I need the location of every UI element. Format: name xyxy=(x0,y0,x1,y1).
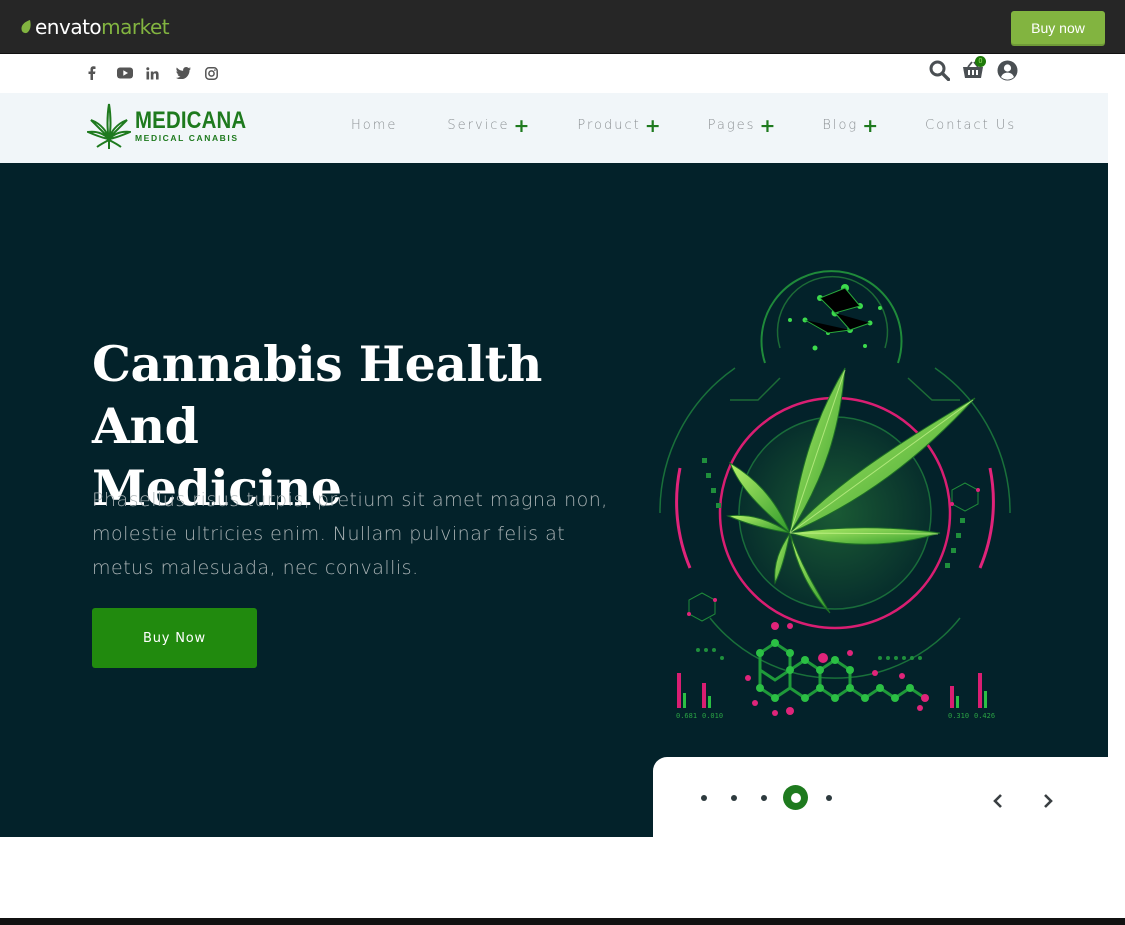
nav-label-service: Service xyxy=(447,118,510,133)
nav-label-contact-us: Contact Us xyxy=(925,118,1017,133)
nav-item-contact-us[interactable]: Contact Us xyxy=(925,118,1016,133)
instagram-icon[interactable] xyxy=(205,65,235,81)
envato-wordmark: envato xyxy=(35,15,102,39)
slider-pagination xyxy=(701,785,856,810)
hero-buy-now-button[interactable]: Buy Now xyxy=(92,608,257,668)
nav-label-home: Home xyxy=(351,118,398,133)
user-account-icon[interactable] xyxy=(996,59,1018,81)
art-label-1: 0.681 xyxy=(676,712,697,720)
nav-item-blog[interactable]: Blog + xyxy=(822,114,879,137)
slider-dot-5[interactable] xyxy=(826,794,832,801)
main-menu: Home Service + Product + Pages + Blog + … xyxy=(351,114,1016,137)
cannabis-molecule-illustration: 0.681 0.010 0.310 0.426 xyxy=(659,270,1011,720)
chevron-right-icon[interactable] xyxy=(1038,791,1058,811)
nav-label-pages: Pages xyxy=(707,118,756,133)
market-wordmark: market xyxy=(101,15,170,39)
slider-dot-1[interactable] xyxy=(701,794,707,801)
bottom-edge-bar xyxy=(0,918,1125,925)
plus-icon: + xyxy=(759,114,776,137)
facebook-icon[interactable] xyxy=(87,65,117,81)
cannabis-leaf-logo-icon xyxy=(87,103,131,149)
medicana-logo[interactable]: MEDICANA MEDICAL CANABIS xyxy=(87,102,266,150)
nav-item-pages[interactable]: Pages + xyxy=(707,114,776,137)
plus-icon: + xyxy=(513,114,530,137)
logo-subtitle: MEDICAL CANABIS xyxy=(135,133,239,143)
slider-dot-2[interactable] xyxy=(731,794,737,801)
cart-icon[interactable]: 0 xyxy=(962,56,986,81)
hero-description: Phasellus risus turpis, pretium sit amet… xyxy=(92,489,608,579)
slider-controls xyxy=(653,757,1108,837)
social-links xyxy=(87,65,235,81)
main-navbar: MEDICANA MEDICAL CANABIS Home Service + … xyxy=(0,93,1108,163)
header-tools: 0 xyxy=(928,56,1018,81)
twitter-icon[interactable] xyxy=(175,65,206,81)
nav-item-home[interactable]: Home xyxy=(351,118,397,133)
top-info-bar: 0 xyxy=(0,55,1108,93)
envato-buy-now-button[interactable]: Buy now xyxy=(1011,11,1105,44)
hero-slider: Cannabis Health And Medicine Phasellus r… xyxy=(0,163,1108,837)
search-icon[interactable] xyxy=(928,59,950,81)
envato-preview-bar: envato market Buy now xyxy=(0,0,1125,54)
theme-preview: 0 MEDICANA MEDICAL CANABIS Home Service … xyxy=(0,55,1108,925)
plus-icon: + xyxy=(862,114,879,137)
logo-title: MEDICANA xyxy=(135,107,247,134)
plus-icon: + xyxy=(644,114,661,137)
art-label-4: 0.426 xyxy=(974,712,995,720)
youtube-icon[interactable] xyxy=(116,65,147,81)
envato-market-logo[interactable]: envato market xyxy=(20,15,170,39)
linkedin-icon[interactable] xyxy=(146,65,176,81)
nav-label-product: Product xyxy=(577,118,641,133)
nav-item-product[interactable]: Product + xyxy=(577,114,661,137)
envato-leaf-icon xyxy=(21,20,31,34)
art-label-3: 0.310 xyxy=(948,712,969,720)
logo-text: MEDICANA MEDICAL CANABIS xyxy=(135,107,266,144)
slider-dot-4-active[interactable] xyxy=(783,785,808,810)
cart-count-badge: 0 xyxy=(975,56,986,67)
art-label-2: 0.010 xyxy=(702,712,723,720)
slider-dot-3[interactable] xyxy=(761,794,767,801)
hero-title-line-1: Cannabis Health And xyxy=(92,335,542,455)
nav-label-blog: Blog xyxy=(822,118,859,133)
chevron-left-icon[interactable] xyxy=(988,791,1008,811)
nav-item-service[interactable]: Service + xyxy=(447,114,530,137)
